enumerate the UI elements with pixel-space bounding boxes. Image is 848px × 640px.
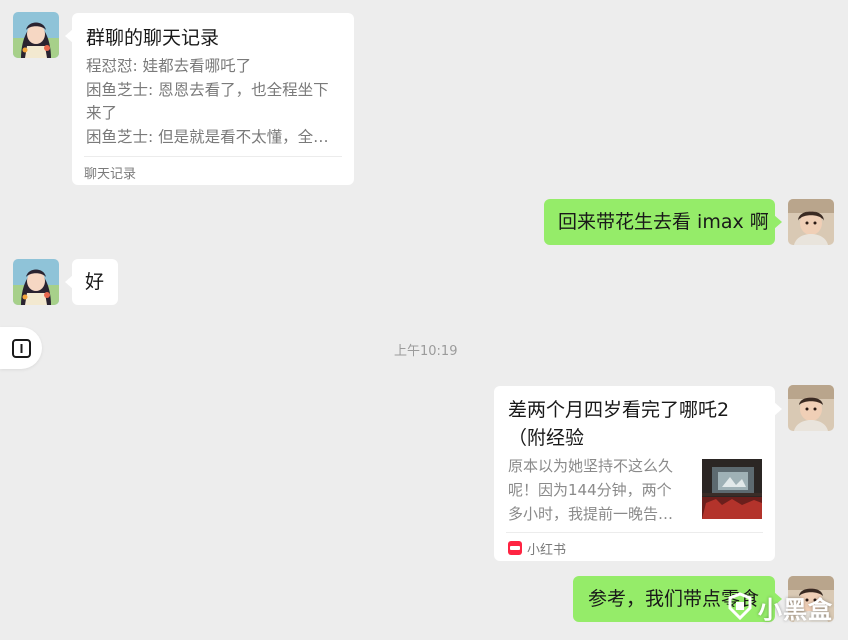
- chat-history-line-1: 程怼怼: 娃都去看哪吒了: [86, 57, 252, 75]
- sidebar-toggle-icon: [12, 339, 31, 358]
- self-avatar[interactable]: [788, 199, 834, 245]
- message-bubble-other[interactable]: 好: [65, 259, 118, 305]
- timestamp: 上午10:19: [394, 344, 458, 359]
- chat-history-title: 群聊的聊天记录: [86, 27, 220, 49]
- link-desc-line-2: 呢！因为144分钟，两个: [508, 481, 672, 499]
- link-card[interactable]: 差两个月四岁看完了哪吒2 （附经验 原本以为她坚持不这么久 呢！因为144分钟，…: [494, 386, 782, 561]
- link-source: 小红书: [527, 543, 567, 558]
- bubble-tail: [774, 402, 782, 416]
- message-text: 回来带花生去看 imax 啊: [558, 211, 769, 233]
- chat-history-card[interactable]: 群聊的聊天记录 程怼怼: 娃都去看哪吒了 困鱼芝士: 恩恩去看了，也全程坐下 来…: [65, 13, 354, 185]
- watermark-text: 小黑盒: [758, 596, 833, 624]
- link-thumbnail: [702, 459, 762, 519]
- contact-avatar[interactable]: [13, 12, 59, 58]
- card-divider: [84, 156, 342, 157]
- xiaohongshu-logo-icon: [508, 540, 522, 555]
- message-bubble-self[interactable]: 回来带花生去看 imax 啊: [544, 199, 782, 245]
- xiaoheihe-logo-icon: [728, 592, 752, 620]
- contact-avatar[interactable]: [13, 259, 59, 305]
- bubble-tail: [65, 275, 73, 289]
- chat-history-line-4: 困鱼芝士: 但是就是看不太懂，全…: [86, 128, 329, 146]
- watermark: 小黑盒: [722, 584, 842, 630]
- sidebar-toggle-button[interactable]: [0, 327, 42, 369]
- chat-history-footer: 聊天记录: [84, 167, 137, 182]
- bubble-tail: [65, 29, 73, 43]
- bubble-tail: [774, 215, 782, 229]
- chat-history-line-3: 来了: [86, 104, 118, 122]
- message-text: 好: [85, 271, 105, 293]
- link-title-line-2: （附经验: [508, 427, 585, 449]
- link-desc-line-3: 多小时，我提前一晚告…: [508, 505, 674, 523]
- link-desc-line-1: 原本以为她坚持不这么久: [508, 457, 674, 475]
- self-avatar[interactable]: [788, 385, 834, 431]
- link-title-line-1: 差两个月四岁看完了哪吒2: [508, 399, 730, 421]
- chat-history-line-2: 困鱼芝士: 恩恩去看了，也全程坐下: [86, 81, 329, 99]
- card-divider: [506, 532, 763, 533]
